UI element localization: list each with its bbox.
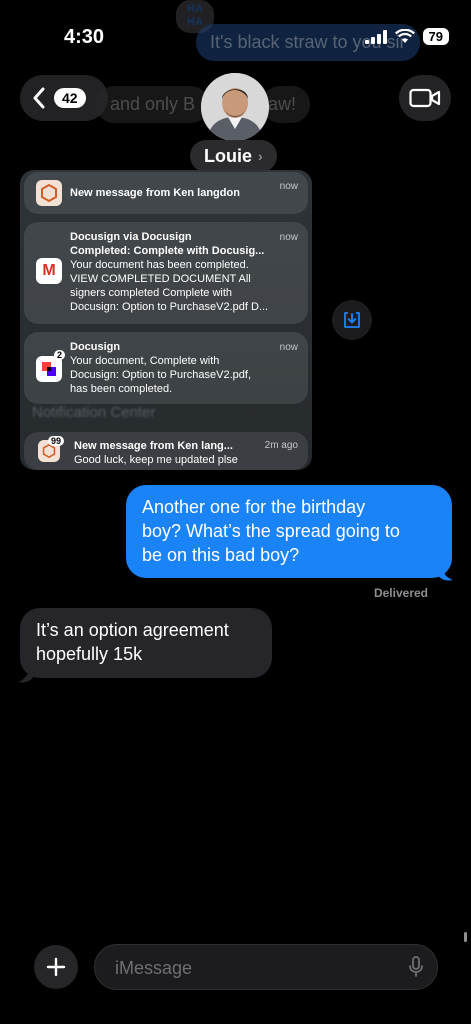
background-incoming-bubble-right: aw!	[262, 86, 311, 123]
contact-avatar[interactable]	[201, 73, 269, 141]
notification-title: New message from Ken lang...	[74, 440, 233, 452]
avatar-photo	[201, 73, 269, 141]
notification-ken-langdon-2: 99 New message from Ken lang... Good luc…	[24, 432, 308, 470]
notification-title: Docusign	[70, 341, 121, 353]
unread-count-badge: 42	[54, 88, 86, 108]
message-input[interactable]	[113, 945, 397, 991]
add-attachment-button[interactable]	[34, 945, 78, 989]
contact-name-button[interactable]: Louie ›	[190, 140, 277, 172]
notification-body: Good luck, keep me updated plse	[74, 454, 238, 466]
notification-time: 2m ago	[264, 440, 298, 451]
microphone-icon[interactable]	[409, 956, 423, 978]
battery-indicator: 79	[422, 28, 449, 45]
notification-docusign-gmail: M Docusign via Docusign Completed: Compl…	[24, 222, 308, 324]
notification-subtitle: Completed: Complete with Docusig...	[70, 245, 265, 257]
status-time: 4:30	[64, 26, 105, 48]
outgoing-bubble-tail	[437, 562, 453, 581]
background-incoming-text-right: aw!	[268, 94, 297, 114]
gmail-icon-glyph: M	[42, 262, 56, 279]
notification-time: now	[279, 342, 298, 353]
notification-time: now	[279, 181, 298, 192]
message-text-line: be on this bad boy?	[142, 545, 300, 565]
incoming-message-bubble[interactable]: It’s an option agreement hopefully 15k	[20, 608, 272, 678]
outgoing-message-bubble[interactable]: Another one for the birthday boy? What’s…	[126, 485, 452, 578]
notification-body-line: has been completed.	[70, 383, 173, 395]
notification-body-line: VIEW COMPLETED DOCUMENT All	[70, 273, 251, 285]
notification-body-line: signers completed Complete with	[70, 287, 233, 299]
notification-count-badge: 2	[54, 350, 66, 360]
notification-time: now	[279, 232, 298, 243]
message-text-line: boy? What’s the spread going to	[142, 521, 400, 541]
haha-text-1: HA	[187, 3, 203, 15]
contact-name: Louie	[204, 145, 252, 166]
save-image-button[interactable]	[332, 300, 372, 340]
haha-text-2: HA	[187, 16, 203, 28]
plus-icon	[46, 957, 66, 977]
status-icons: 79	[364, 28, 449, 45]
background-incoming-bubble-left: and only B	[96, 86, 210, 123]
notification-body-line: Your document has been completed.	[70, 259, 249, 271]
notification-screenshot-image[interactable]: New message from Ken langdon now M Docus…	[20, 170, 312, 470]
wifi-icon	[394, 29, 415, 43]
notification-body-line: Docusign: Option to PurchaseV2.pdf D...	[70, 301, 269, 313]
message-text-line: Another one for the birthday	[142, 497, 366, 517]
back-chevron-icon	[33, 87, 45, 109]
notification-center-label: Notification Center	[32, 404, 156, 421]
message-text-line: It’s an option agreement	[36, 620, 229, 640]
video-camera-icon	[409, 88, 441, 108]
notification-body-line: Docusign: Option to PurchaseV2.pdf,	[70, 369, 251, 381]
notification-docusign: 2 Docusign Your document, Complete with …	[24, 332, 308, 404]
delivery-status: Delivered	[373, 586, 428, 600]
notification-ken-langdon: New message from Ken langdon now	[24, 172, 308, 214]
notification-title: Docusign via Docusign	[70, 231, 192, 243]
notification-title: New message from Ken langdon	[70, 187, 240, 199]
incoming-bubble-tail	[18, 664, 34, 683]
signal-icon	[364, 29, 387, 44]
download-icon	[344, 312, 360, 328]
back-button[interactable]: 42	[20, 75, 108, 121]
gmail-icon: M	[36, 258, 62, 284]
notification-body-line: Your document, Complete with	[70, 355, 220, 367]
name-chevron-icon: ›	[258, 148, 263, 164]
background-incoming-text-left: and only B	[110, 94, 196, 114]
scroll-indicator[interactable]	[464, 932, 467, 942]
message-input-container	[94, 944, 438, 991]
message-text-line: hopefully 15k	[36, 644, 143, 664]
notification-count-badge: 99	[48, 436, 65, 446]
sender-app-icon	[36, 180, 62, 206]
video-call-button[interactable]	[399, 75, 451, 121]
